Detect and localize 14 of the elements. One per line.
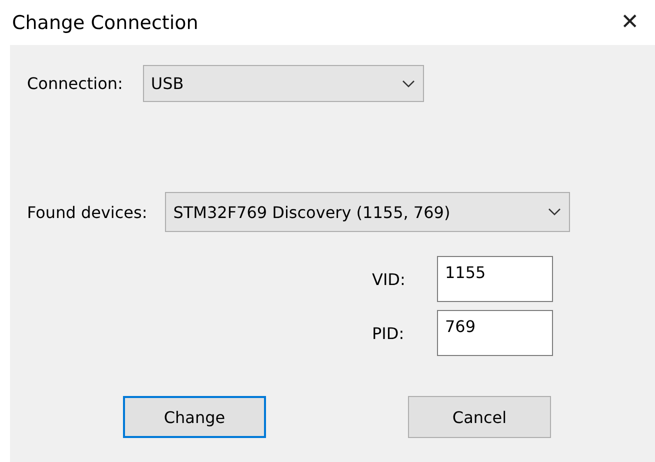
connection-dropdown[interactable]: USB bbox=[142, 65, 424, 102]
change-button[interactable]: Change bbox=[123, 396, 266, 438]
cancel-button[interactable]: Cancel bbox=[408, 396, 551, 438]
input-field[interactable]: 1155 bbox=[437, 256, 553, 302]
close-button[interactable]: ✕ bbox=[614, 10, 645, 35]
devices-dropdown[interactable]: STM32F769 Discovery (1155, 769) bbox=[165, 192, 570, 232]
dropdown-caret-icon bbox=[402, 80, 415, 88]
field-label: PID: bbox=[372, 324, 406, 342]
field-label: VID: bbox=[372, 270, 406, 288]
found-devices-label: Found devices: bbox=[27, 202, 148, 222]
input-field[interactable]: 769 bbox=[437, 310, 553, 356]
connection-label: Connection: bbox=[27, 74, 123, 93]
window-title: Change Connection bbox=[12, 12, 198, 34]
dropdown-caret-icon bbox=[548, 208, 562, 216]
